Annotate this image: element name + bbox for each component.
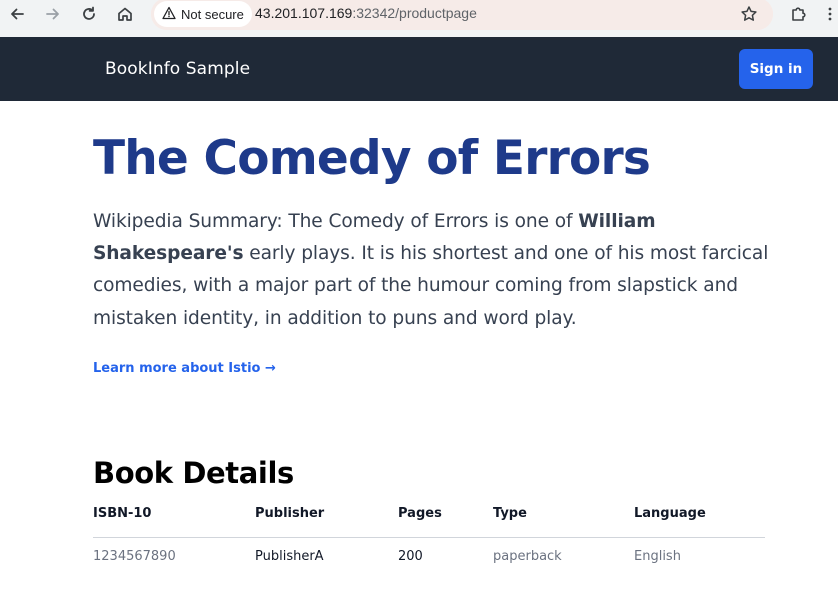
- address-bar-field[interactable]: Not secure 43.201.107.169:32342/productp…: [151, 0, 773, 30]
- column-header-publisher: Publisher: [255, 506, 325, 521]
- app-header: BookInfo Sample Sign in: [0, 37, 838, 101]
- summary-text-start: Wikipedia Summary: The Comedy of Errors …: [93, 211, 579, 232]
- back-arrow-icon[interactable]: [4, 1, 30, 27]
- brand-title[interactable]: BookInfo Sample: [105, 59, 250, 79]
- url-text[interactable]: 43.201.107.169:32342/productpage: [255, 5, 477, 21]
- browser-menu-icon[interactable]: [822, 1, 838, 27]
- forward-arrow-icon[interactable]: [40, 1, 66, 27]
- book-details-heading: Book Details: [93, 456, 294, 490]
- cell-type: paperback: [493, 549, 562, 564]
- home-icon[interactable]: [112, 1, 138, 27]
- address-bar[interactable]: Not secure 43.201.107.169:32342/productp…: [151, 0, 773, 30]
- learn-more-link[interactable]: Learn more about Istio →: [93, 361, 276, 376]
- column-header-language: Language: [634, 506, 706, 521]
- security-chip[interactable]: Not secure: [154, 1, 252, 27]
- extensions-puzzle-icon[interactable]: [786, 1, 812, 27]
- warning-triangle-icon: [162, 6, 176, 23]
- reload-icon[interactable]: [76, 1, 102, 27]
- page-title: The Comedy of Errors: [93, 131, 651, 186]
- sign-in-button[interactable]: Sign in: [739, 49, 813, 89]
- table-divider: [93, 537, 765, 538]
- cell-pages: 200: [398, 549, 423, 564]
- url-host: 43.201.107.169: [255, 5, 353, 21]
- url-path: :32342/productpage: [352, 5, 477, 21]
- security-label: Not secure: [181, 6, 244, 22]
- column-header-isbn: ISBN-10: [93, 506, 152, 521]
- wikipedia-summary: Wikipedia Summary: The Comedy of Errors …: [93, 206, 798, 335]
- cell-language: English: [634, 549, 681, 564]
- cell-isbn: 1234567890: [93, 549, 176, 564]
- column-header-pages: Pages: [398, 506, 442, 521]
- star-icon[interactable]: [737, 2, 761, 26]
- browser-toolbar: Not secure 43.201.107.169:32342/productp…: [0, 0, 838, 37]
- cell-publisher: PublisherA: [255, 549, 324, 564]
- column-header-type: Type: [493, 506, 527, 521]
